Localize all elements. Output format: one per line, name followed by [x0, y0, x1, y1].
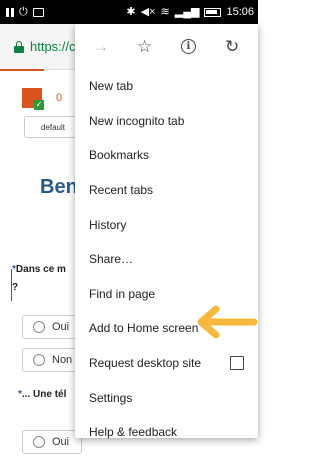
option-label: Oui [52, 436, 70, 448]
question-2: *... Une tél [18, 389, 66, 400]
desktop-site-checkbox[interactable] [230, 355, 244, 370]
menu-item-label: Request desktop site [89, 356, 202, 371]
menu-item-label: New tab [89, 79, 134, 94]
page-title: Ben [40, 176, 78, 198]
menu-item-label: Bookmarks [89, 148, 150, 163]
check-icon: ✓ [34, 100, 44, 110]
pause-icon [6, 7, 14, 17]
star-icon[interactable]: ☆ [130, 32, 160, 62]
option-label: Non [52, 354, 73, 366]
alarm-icon: ⏻ [19, 5, 28, 18]
forward-arrow-icon[interactable]: → [86, 32, 116, 62]
option-oui-1[interactable]: Oui [22, 315, 82, 339]
battery-icon [204, 7, 222, 17]
menu-item-recent-tabs[interactable]: Recent tabs [75, 173, 258, 208]
option-oui-2[interactable]: Oui [22, 430, 82, 454]
url-text[interactable]: https://c [30, 39, 76, 54]
status-bar: ⏻ ✱ ◀× ≋ ▂▄▆ 15:06 [0, 0, 258, 24]
radio-button[interactable] [33, 436, 45, 448]
signal-icon: ▂▄▆ [174, 5, 200, 18]
menu-item-label: Recent tabs [89, 183, 154, 198]
menu-item-share[interactable]: Share… [75, 242, 258, 277]
info-icon[interactable]: i [173, 32, 203, 62]
menu-item-label: Add to Home screen [89, 321, 199, 336]
notification-count: 0 [56, 92, 63, 104]
menu-toolbar: → ☆ i ↻ [75, 24, 258, 69]
radio-button[interactable] [33, 321, 45, 333]
menu-item-label: Settings [89, 390, 133, 405]
image-notification-icon [32, 7, 44, 17]
menu-item-new-tab[interactable]: New tab [75, 69, 258, 104]
bluetooth-icon: ✱ [126, 5, 136, 18]
option-non-1[interactable]: Non [22, 348, 82, 372]
clock: 15:06 [226, 6, 254, 18]
site-logo[interactable]: ✓ [22, 88, 44, 110]
menu-item-settings[interactable]: Settings [75, 380, 258, 415]
question-1-text: Dans ce m [15, 264, 66, 275]
question-1-continuation: ? [12, 282, 19, 293]
menu-item-label: Help & feedback [89, 425, 178, 440]
option-label: Oui [52, 321, 70, 333]
menu-item-history[interactable]: History [75, 207, 258, 242]
menu-item-label: Find in page [89, 286, 156, 301]
menu-item-label: Share… [89, 252, 134, 267]
browser-overflow-menu: → ☆ i ↻ New tab New incognito tab Bookma… [75, 24, 258, 439]
question-1: *Dans ce m ? [12, 261, 66, 297]
mute-icon: ◀× [140, 5, 156, 18]
menu-item-new-incognito-tab[interactable]: New incognito tab [75, 104, 258, 139]
default-label: default [40, 122, 66, 132]
wifi-icon: ≋ [160, 5, 170, 18]
menu-item-label: History [89, 217, 127, 232]
reload-icon[interactable]: ↻ [217, 32, 247, 62]
question-2-text: ... Une tél [21, 389, 67, 400]
menu-item-help-feedback[interactable]: Help & feedback [75, 415, 258, 450]
menu-item-bookmarks[interactable]: Bookmarks [75, 138, 258, 173]
radio-button[interactable] [33, 354, 45, 366]
default-button[interactable]: default [24, 116, 82, 138]
menu-item-label: New incognito tab [89, 113, 185, 128]
annotation-arrow-icon [197, 305, 258, 339]
lock-icon [14, 40, 24, 53]
menu-item-request-desktop-site[interactable]: Request desktop site [75, 346, 258, 381]
